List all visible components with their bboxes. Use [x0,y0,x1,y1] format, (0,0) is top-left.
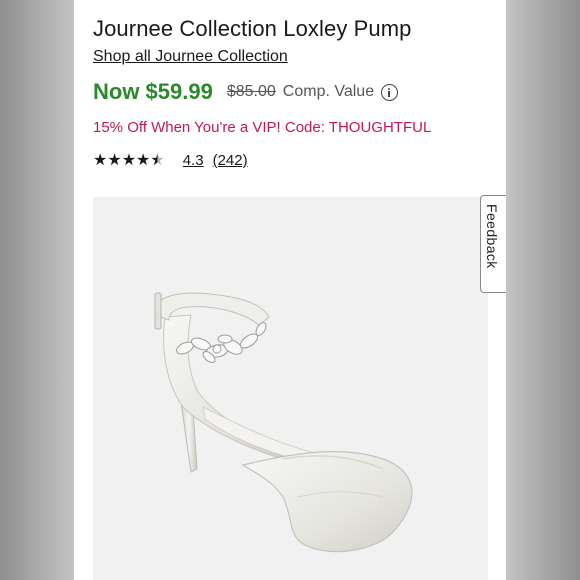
vip-promo: 15% Off When You're a VIP! Code: THOUGHT… [93,119,432,136]
feedback-tab[interactable]: Feedback [480,195,506,293]
half-star-icon: ★ [150,151,165,169]
star-icon: ★ [136,151,151,169]
background-right [506,0,580,580]
comp-value-label: Comp. Value [282,83,375,100]
now-price: Now $59.99 [93,79,213,104]
star-icon: ★ [121,151,137,169]
info-icon[interactable] [381,83,399,101]
rating-row: ★ ★ ★ ★ ★ 4.3 (242) [93,152,248,169]
product-panel: Journee Collection Loxley Pump Shop all … [74,0,506,580]
rating-value[interactable]: 4.3 [183,152,204,169]
review-count[interactable]: (242) [213,152,248,169]
feedback-label: Feedback [484,204,500,269]
shop-all-link[interactable]: Shop all Journee Collection [93,48,288,66]
price-row: Now $59.99 $85.00 Comp. Value [93,79,399,105]
product-title: Journee Collection Loxley Pump [93,16,412,41]
star-icon: ★ [93,151,108,169]
product-image[interactable] [93,197,488,580]
background-left [0,0,74,580]
original-price: $85.00 [226,83,276,100]
star-icon: ★ [107,151,122,169]
star-rating: ★ ★ ★ ★ ★ [93,151,165,169]
shoe-image [154,292,413,553]
